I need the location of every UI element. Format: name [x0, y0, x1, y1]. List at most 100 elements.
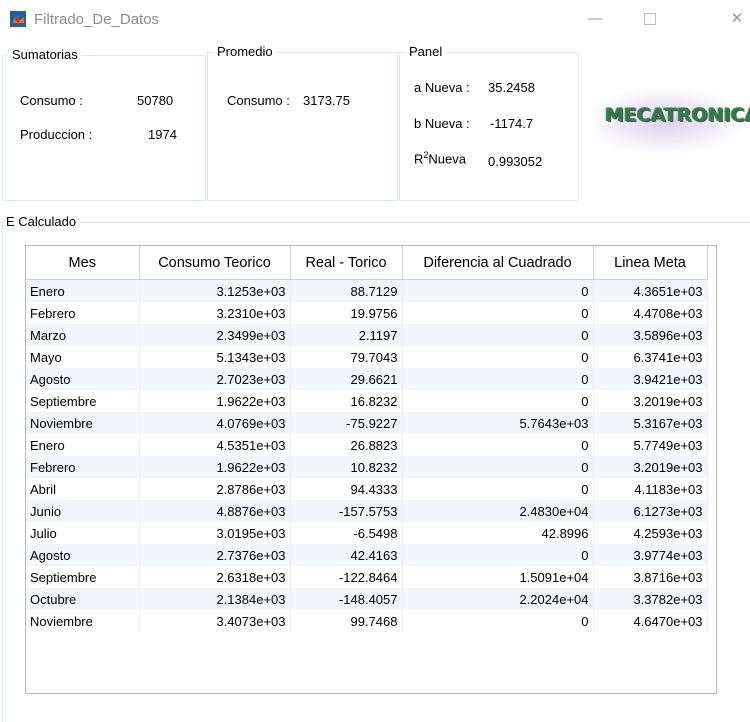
table-row[interactable]: Agosto 2.7376e+03 42.4163 0 3.9774e+03	[26, 544, 708, 566]
table-row[interactable]: Junio 4.8876e+03 -157.5753 2.4830e+04 6.1273…	[26, 500, 708, 522]
real-torico-cell[interactable]: 42.4163	[290, 544, 403, 566]
mes-cell[interactable]: Mayo	[26, 346, 140, 368]
linea-meta-cell[interactable]: 3.2019e+03	[593, 390, 708, 412]
consumo-teorico-cell[interactable]: 2.7376e+03	[139, 544, 291, 566]
consumo-teorico-cell[interactable]: 3.1253e+03	[139, 279, 291, 302]
diferencia-cell[interactable]: 2.2024e+04	[402, 588, 594, 610]
diferencia-cell[interactable]: 0	[402, 368, 594, 390]
mes-cell[interactable]: Noviembre	[26, 412, 140, 434]
real-torico-cell[interactable]: 94.4333	[290, 478, 403, 500]
real-torico-cell[interactable]: 99.7468	[290, 610, 403, 632]
consumo-teorico-cell[interactable]: 4.8876e+03	[139, 500, 291, 522]
consumo-teorico-cell[interactable]: 1.9622e+03	[139, 456, 291, 478]
mes-cell[interactable]: Abril	[26, 478, 140, 500]
linea-meta-cell[interactable]: 6.3741e+03	[593, 346, 708, 368]
table-row[interactable]: Enero 4.5351e+03 26.8823 0 5.7749e+03	[26, 434, 708, 456]
linea-meta-cell[interactable]: 4.6470e+03	[593, 610, 708, 632]
mes-cell[interactable]: Julio	[26, 522, 140, 544]
diferencia-cell[interactable]: 0	[402, 279, 594, 302]
diferencia-cell[interactable]: 0	[402, 434, 594, 456]
diferencia-cell[interactable]: 5.7643e+03	[402, 412, 594, 434]
consumo-teorico-cell[interactable]: 3.0195e+03	[139, 522, 291, 544]
real-torico-cell[interactable]: 26.8823	[290, 434, 403, 456]
column-header-consumo-teorico[interactable]: Consumo Teorico	[139, 246, 291, 280]
real-torico-cell[interactable]: 10.8232	[290, 456, 403, 478]
diferencia-cell[interactable]: 2.4830e+04	[402, 500, 594, 522]
linea-meta-cell[interactable]: 3.9421e+03	[593, 368, 708, 390]
linea-meta-cell[interactable]: 3.3782e+03	[593, 588, 708, 610]
linea-meta-cell[interactable]: 4.4708e+03	[593, 302, 708, 324]
linea-meta-cell[interactable]: 6.1273e+03	[593, 500, 708, 522]
close-button[interactable]: ✕	[722, 6, 750, 32]
linea-meta-cell[interactable]: 3.2019e+03	[593, 456, 708, 478]
table-row[interactable]: Marzo 2.3499e+03 2.1197 0 3.5896e+03	[26, 324, 708, 346]
table-row[interactable]: Agosto 2.7023e+03 29.6621 0 3.9421e+03	[26, 368, 708, 390]
linea-meta-cell[interactable]: 4.3651e+03	[593, 279, 708, 302]
table-row[interactable]: Noviembre 4.0769e+03 -75.9227 5.7643e+03 5.3…	[26, 412, 708, 434]
real-torico-cell[interactable]: 16.8232	[290, 390, 403, 412]
consumo-teorico-cell[interactable]: 1.9622e+03	[139, 390, 291, 412]
linea-meta-cell[interactable]: 4.2593e+03	[593, 522, 708, 544]
table-row[interactable]: Febrero 3.2310e+03 19.9756 0 4.4708e+03	[26, 302, 708, 324]
minimize-button[interactable]: —	[580, 6, 610, 32]
mes-cell[interactable]: Septiembre	[26, 390, 140, 412]
table-row[interactable]: Septiembre 1.9622e+03 16.8232 0 3.2019e+03	[26, 390, 708, 412]
table-row[interactable]: Septiembre 2.6318e+03 -122.8464 1.5091e+04 3…	[26, 566, 708, 588]
diferencia-cell[interactable]: 0	[402, 544, 594, 566]
real-torico-cell[interactable]: -75.9227	[290, 412, 403, 434]
consumo-teorico-cell[interactable]: 2.3499e+03	[139, 324, 291, 346]
column-header-real-torico[interactable]: Real - Torico	[290, 246, 403, 280]
e-calculado-table[interactable]: Mes Consumo Teorico Real - Torico Difere…	[25, 245, 717, 694]
real-torico-cell[interactable]: -6.5498	[290, 522, 403, 544]
mes-cell[interactable]: Noviembre	[26, 610, 140, 632]
real-torico-cell[interactable]: 88.7129	[290, 279, 403, 302]
mes-cell[interactable]: Enero	[26, 434, 140, 456]
mes-cell[interactable]: Septiembre	[26, 566, 140, 588]
table-row[interactable]: Julio 3.0195e+03 -6.5498 42.8996 4.2593e+03	[26, 522, 708, 544]
consumo-teorico-cell[interactable]: 2.7023e+03	[139, 368, 291, 390]
mes-cell[interactable]: Agosto	[26, 544, 140, 566]
linea-meta-cell[interactable]: 3.8716e+03	[593, 566, 708, 588]
diferencia-cell[interactable]: 0	[402, 302, 594, 324]
linea-meta-cell[interactable]: 3.5896e+03	[593, 324, 708, 346]
diferencia-cell[interactable]: 0	[402, 346, 594, 368]
real-torico-cell[interactable]: 19.9756	[290, 302, 403, 324]
diferencia-cell[interactable]: 0	[402, 324, 594, 346]
table-row[interactable]: Abril 2.8786e+03 94.4333 0 4.1183e+03	[26, 478, 708, 500]
linea-meta-cell[interactable]: 4.1183e+03	[593, 478, 708, 500]
linea-meta-cell[interactable]: 5.7749e+03	[593, 434, 708, 456]
table-row[interactable]: Enero 3.1253e+03 88.7129 0 4.3651e+03	[26, 279, 708, 302]
mes-cell[interactable]: Marzo	[26, 324, 140, 346]
diferencia-cell[interactable]: 0	[402, 478, 594, 500]
linea-meta-cell[interactable]: 3.9774e+03	[593, 544, 708, 566]
consumo-teorico-cell[interactable]: 2.1384e+03	[139, 588, 291, 610]
real-torico-cell[interactable]: 29.6621	[290, 368, 403, 390]
consumo-teorico-cell[interactable]: 3.2310e+03	[139, 302, 291, 324]
mes-cell[interactable]: Enero	[26, 279, 140, 302]
consumo-teorico-cell[interactable]: 4.0769e+03	[139, 412, 291, 434]
table-row[interactable]: Mayo 5.1343e+03 79.7043 0 6.3741e+03	[26, 346, 708, 368]
mes-cell[interactable]: Octubre	[26, 588, 140, 610]
real-torico-cell[interactable]: -122.8464	[290, 566, 403, 588]
real-torico-cell[interactable]: -148.4057	[290, 588, 403, 610]
column-header-mes[interactable]: Mes	[26, 246, 140, 280]
diferencia-cell[interactable]: 0	[402, 456, 594, 478]
real-torico-cell[interactable]: 79.7043	[290, 346, 403, 368]
linea-meta-cell[interactable]: 5.3167e+03	[593, 412, 708, 434]
mes-cell[interactable]: Agosto	[26, 368, 140, 390]
consumo-teorico-cell[interactable]: 3.4073e+03	[139, 610, 291, 632]
consumo-teorico-cell[interactable]: 5.1343e+03	[139, 346, 291, 368]
column-header-diferencia-al-cuadrado[interactable]: Diferencia al Cuadrado	[402, 246, 594, 280]
table-row[interactable]: Noviembre 3.4073e+03 99.7468 0 4.6470e+03	[26, 610, 708, 632]
maximize-button[interactable]	[635, 6, 665, 32]
mes-cell[interactable]: Febrero	[26, 302, 140, 324]
real-torico-cell[interactable]: 2.1197	[290, 324, 403, 346]
mes-cell[interactable]: Junio	[26, 500, 140, 522]
diferencia-cell[interactable]: 0	[402, 610, 594, 632]
consumo-teorico-cell[interactable]: 2.6318e+03	[139, 566, 291, 588]
table-row[interactable]: Febrero 1.9622e+03 10.8232 0 3.2019e+03	[26, 456, 708, 478]
table-row[interactable]: Octubre 2.1384e+03 -148.4057 2.2024e+04 3.37…	[26, 588, 708, 610]
diferencia-cell[interactable]: 42.8996	[402, 522, 594, 544]
mes-cell[interactable]: Febrero	[26, 456, 140, 478]
column-header-linea-meta[interactable]: Linea Meta	[593, 246, 708, 280]
